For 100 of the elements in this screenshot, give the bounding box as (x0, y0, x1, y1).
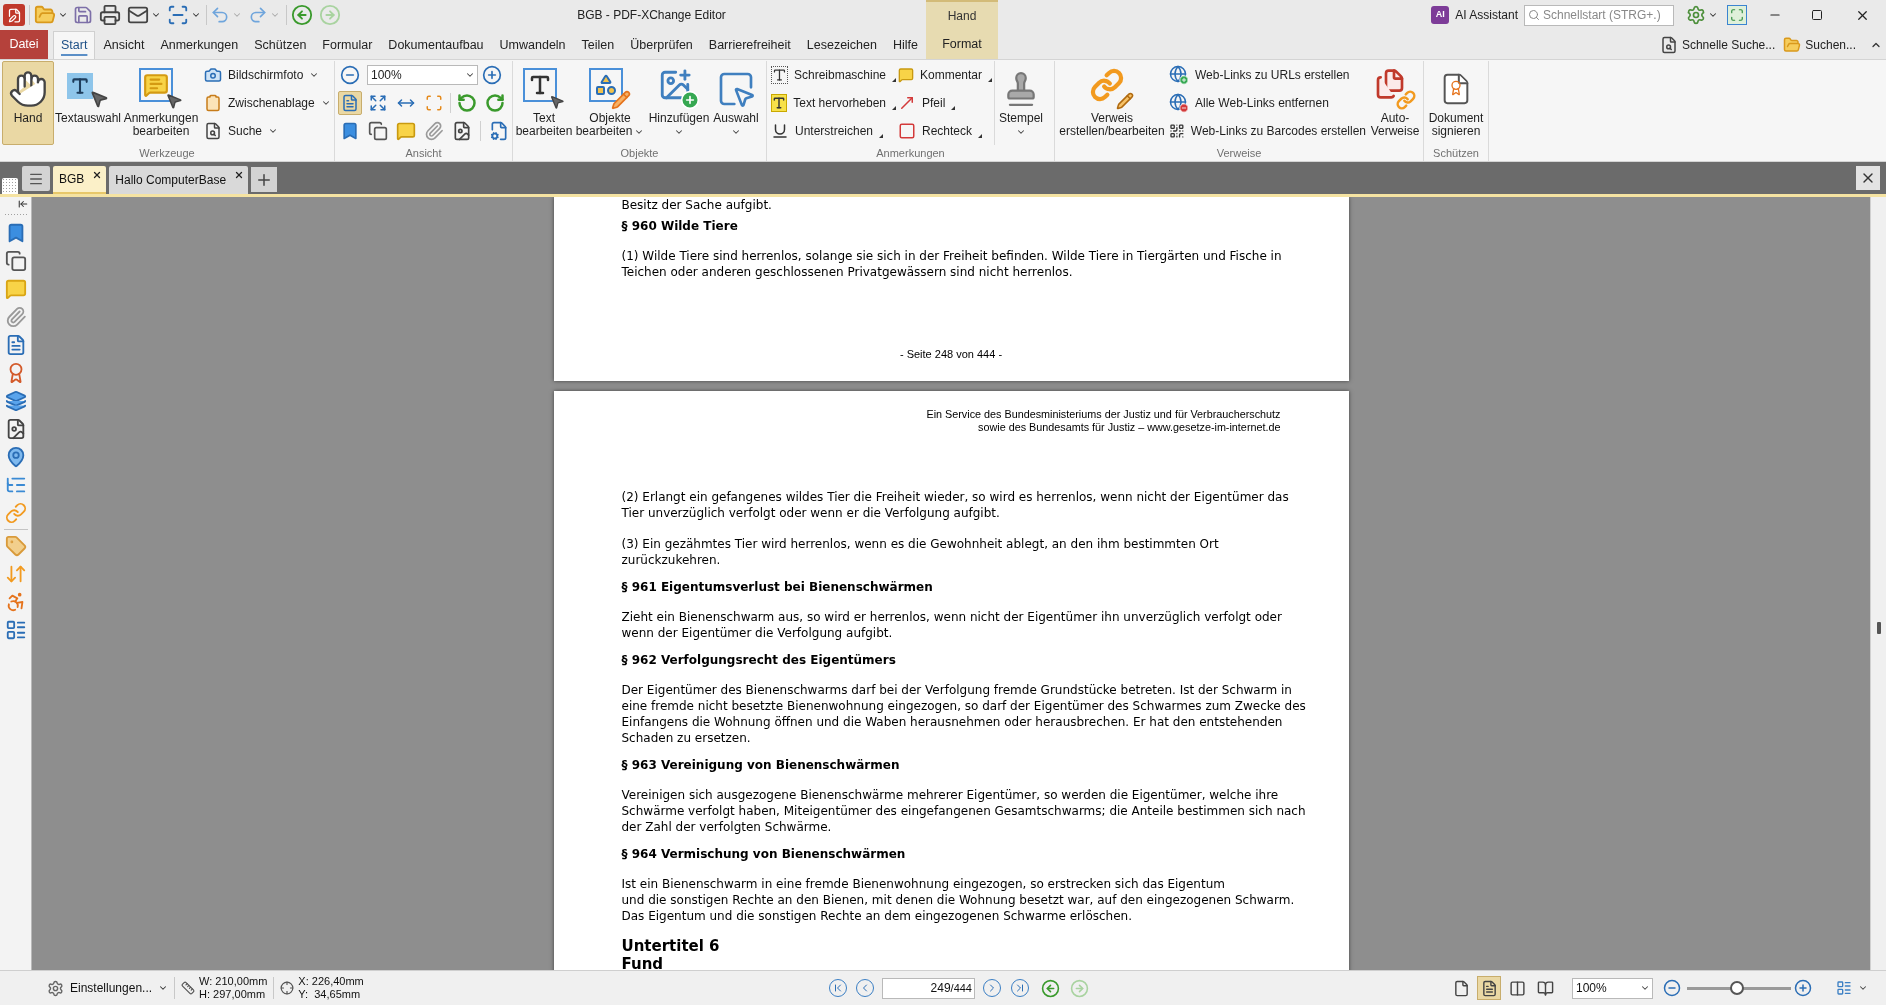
create-web-links-button[interactable]: Web-Links zu URLs erstellen (1169, 61, 1368, 89)
rotate-left-icon[interactable] (457, 93, 477, 113)
barcode-links-button[interactable]: Web-Links zu Barcodes erstellen (1169, 117, 1368, 145)
zoom-slider[interactable] (1687, 981, 1791, 995)
collapse-panel-icon[interactable] (18, 199, 28, 209)
scrollbar-thumb[interactable] (1876, 622, 1881, 634)
stamp-button[interactable]: Stempel (995, 61, 1047, 145)
ribbon-tab[interactable]: Ansicht (95, 31, 153, 59)
document-settings-icon[interactable] (489, 121, 509, 141)
rectangle-button[interactable]: Rechteck (898, 117, 994, 145)
app-logo-icon[interactable] (3, 4, 25, 26)
ribbon-tab[interactable]: Hilfe (885, 31, 926, 59)
ribbon-tab[interactable]: Anmerkungen (152, 31, 247, 59)
zoom-in-icon[interactable] (1794, 979, 1812, 997)
caret-icon[interactable] (1708, 10, 1718, 20)
close-document-button[interactable] (1856, 166, 1880, 190)
clipboard-button[interactable]: Zwischenablage (204, 89, 333, 117)
document-tab[interactable]: Hallo ComputerBase (109, 166, 249, 194)
ribbon-tab[interactable]: Barrierefreiheit (700, 31, 799, 59)
file-tab[interactable]: Datei (0, 30, 48, 59)
ribbon-tab[interactable]: Teilen (573, 31, 623, 59)
ribbon-tab[interactable]: Überprüfen (622, 31, 701, 59)
paragraph: (1) Wilde Tiere sind herrenlos, solange sie sich in der Freiheit befinden. Wilde Tiere in Tiergärten und Fische in Teichen oder anderen geschlossenen Privatgewässern sind nicht herrenlos. (621, 248, 1283, 280)
underline-button[interactable]: Unterstreichen (771, 117, 898, 145)
highlight-text-button[interactable]: Text hervorheben (771, 89, 898, 117)
add-button[interactable]: Hinzufügen (647, 61, 711, 145)
ribbon-tab[interactable]: Formular (314, 31, 381, 59)
pages-icon[interactable] (368, 121, 388, 141)
edit-annotations-button[interactable]: Anmerkungen bearbeiten (122, 61, 200, 145)
document-menu-button[interactable] (22, 166, 50, 191)
new-tab-button[interactable] (251, 167, 278, 192)
pages-icon[interactable] (4, 250, 27, 272)
mail-icon[interactable] (127, 4, 149, 26)
caret-icon[interactable] (191, 10, 201, 20)
list-icon[interactable] (4, 619, 27, 641)
bookmark-icon[interactable] (340, 121, 360, 141)
close-tab-icon[interactable] (92, 170, 103, 180)
caret-icon (1640, 983, 1650, 993)
section-heading: § 964 Vermischung von Bienenschwärmen (621, 846, 907, 863)
close-tab-icon[interactable] (234, 170, 245, 180)
ribbon-tab[interactable]: Dokumentaufbau (380, 31, 492, 59)
slider-thumb[interactable] (1729, 981, 1744, 995)
ribbon-tab[interactable]: Start (53, 31, 96, 59)
arrow-button[interactable]: Pfeil (898, 89, 994, 117)
comment-icon[interactable] (396, 121, 416, 141)
page-layout-button[interactable] (1477, 976, 1501, 1000)
group-label: Objekte (620, 146, 659, 161)
edit-text-button[interactable]: Text bearbeiten (515, 61, 573, 145)
text-select-button[interactable]: Textauswahl (55, 61, 121, 145)
rotate-right-icon[interactable] (485, 93, 505, 113)
settings-icon[interactable] (1686, 5, 1706, 25)
scrollbar[interactable] (1870, 197, 1886, 970)
document-tab[interactable]: BGB (53, 166, 107, 194)
zoom-out-icon[interactable] (340, 65, 360, 85)
actual-size-button[interactable] (338, 91, 362, 115)
select-button[interactable]: Auswahl (711, 61, 761, 145)
layers-icon[interactable] (4, 390, 27, 412)
list-icon[interactable] (1836, 980, 1852, 996)
paperclip-icon[interactable] (424, 121, 444, 141)
paragraph: Zieht ein Bienenschwarm aus, so wird er herrenlos, wenn nicht der Eigentümer ihn unverzüglich verfolgt oder wenn der Eigentümer die Verfolgung aufgibt. (621, 609, 1283, 641)
document-search-icon (1659, 35, 1678, 54)
caret-icon[interactable] (58, 10, 68, 20)
image-document-icon[interactable] (452, 121, 472, 141)
printer-icon[interactable] (99, 4, 121, 26)
ribbon-tab[interactable]: Schützen (246, 31, 315, 59)
quick-search-button[interactable]: Schnelle Suche... (1659, 35, 1776, 54)
caret-icon[interactable] (151, 10, 161, 20)
comment-button[interactable]: Kommentar (898, 61, 994, 89)
back-icon[interactable] (291, 4, 313, 26)
zoom-select[interactable]: 100% (1572, 977, 1653, 999)
zoom-out-icon[interactable] (1663, 979, 1681, 997)
auto-links-button[interactable]: Auto- Verweise (1368, 61, 1422, 145)
remove-web-links-button[interactable]: Alle Web-Links entfernen (1169, 89, 1368, 117)
quick-launch-field[interactable]: Schnellstart (STRG+.) (1524, 4, 1674, 26)
panel-grip-icon[interactable] (2, 178, 18, 194)
back-icon[interactable] (1041, 978, 1060, 998)
sign-document-button[interactable]: Dokument signieren (1425, 61, 1487, 145)
ribbon-tab[interactable]: Lesezeichen (798, 31, 885, 59)
fullscreen-icon[interactable] (1727, 5, 1747, 25)
find-button[interactable]: Suchen... (1783, 35, 1856, 54)
edit-objects-button[interactable]: Objekte bearbeiten (573, 61, 647, 145)
ribbon-tab[interactable]: Umwandeln (491, 31, 574, 59)
scan-frame-icon[interactable] (167, 4, 189, 26)
typewriter-button[interactable]: Schreibmaschine (771, 61, 898, 89)
create-link-button[interactable]: Verweis erstellen/bearbeiten (1057, 61, 1167, 145)
paperclip-icon[interactable] (4, 306, 27, 328)
hand-tool-button[interactable]: Hand (2, 61, 54, 145)
settings-button[interactable]: Einstellungen... (47, 979, 169, 997)
zoom-select[interactable]: 100% (367, 65, 478, 85)
crosshair-icon (280, 981, 295, 995)
zoom-in-icon[interactable] (482, 65, 502, 85)
caret-icon[interactable] (1858, 983, 1868, 993)
group-label: Anmerkungen (876, 146, 945, 161)
caret-icon (158, 983, 169, 993)
save-icon[interactable] (73, 5, 93, 25)
page-number-field[interactable]: 249/444 (882, 977, 975, 999)
screenshot-button[interactable]: Bildschirmfoto (204, 61, 333, 89)
search-button[interactable]: Suche (204, 117, 333, 145)
ribbon-tab[interactable]: Format (926, 30, 998, 59)
ai-assistant-button[interactable]: AI AI Assistant (1431, 6, 1518, 24)
